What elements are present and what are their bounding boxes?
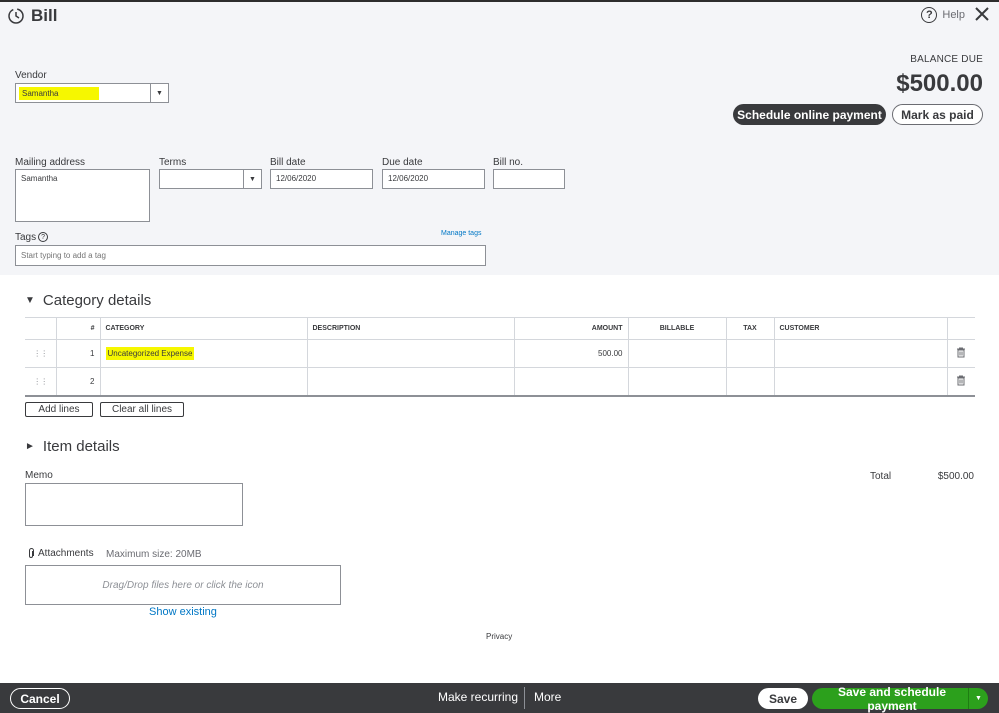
- cancel-button[interactable]: Cancel: [10, 688, 70, 709]
- vendor-value: Samantha: [19, 87, 99, 100]
- row-billable-cell[interactable]: [628, 367, 727, 397]
- attachments-max-size: Maximum size: 20MB: [106, 549, 202, 560]
- row-tax-cell[interactable]: [726, 339, 775, 368]
- item-details-header[interactable]: ► Item details: [25, 438, 120, 455]
- column-drag: [25, 317, 57, 340]
- column-tax: TAX: [726, 317, 775, 340]
- row-category-cell[interactable]: Uncategorized Expense: [100, 339, 308, 368]
- balance-due-amount: $500.00: [896, 70, 983, 97]
- triangle-right-icon: ►: [25, 441, 35, 452]
- category-details-header[interactable]: ▼ Category details: [25, 292, 151, 309]
- row-number: 2: [56, 367, 101, 397]
- row-description-cell[interactable]: [307, 339, 515, 368]
- terms-select[interactable]: ▼: [159, 169, 262, 189]
- paperclip-icon: [29, 548, 34, 558]
- column-description: DESCRIPTION: [307, 317, 515, 340]
- help-icon: ?: [921, 7, 938, 23]
- row-delete-cell[interactable]: [947, 339, 975, 368]
- save-button[interactable]: Save: [758, 688, 808, 709]
- row-customer-cell[interactable]: [774, 339, 948, 368]
- tags-label: Tags?: [15, 232, 49, 243]
- balance-due-label: BALANCE DUE: [910, 54, 983, 65]
- column-number: #: [56, 317, 101, 340]
- bill-header-panel: [0, 0, 999, 275]
- tags-input[interactable]: [15, 245, 486, 266]
- help-label: Help: [942, 9, 965, 21]
- help-icon[interactable]: ?: [38, 232, 49, 243]
- tags-label-text: Tags: [15, 232, 37, 243]
- vendor-select[interactable]: Samantha ▼: [15, 83, 169, 103]
- triangle-down-icon: ▼: [25, 295, 35, 306]
- attachments-label: Attachments: [27, 548, 94, 559]
- mailing-address-field[interactable]: Samantha: [15, 169, 150, 222]
- bill-no-label: Bill no.: [493, 157, 524, 168]
- table-row[interactable]: ⋮⋮ 1 Uncategorized Expense 500.00: [25, 339, 975, 368]
- save-and-schedule-label: Save and schedule payment: [837, 684, 947, 713]
- vendor-label: Vendor: [15, 70, 47, 81]
- manage-tags-link[interactable]: Manage tags: [441, 230, 481, 237]
- column-category: CATEGORY: [100, 317, 308, 340]
- total-amount: $500.00: [937, 471, 974, 482]
- table-row[interactable]: ⋮⋮ 2: [25, 367, 975, 397]
- schedule-online-payment-button[interactable]: Schedule online payment: [733, 104, 886, 125]
- memo-field[interactable]: [25, 483, 243, 526]
- due-date-label: Due date: [382, 157, 423, 168]
- close-icon[interactable]: [973, 5, 991, 23]
- mailing-address-label: Mailing address: [15, 157, 86, 168]
- help-button[interactable]: ? Help: [921, 7, 965, 23]
- row-category-value: Uncategorized Expense: [105, 347, 195, 360]
- privacy-link[interactable]: Privacy: [486, 632, 512, 641]
- attachments-drop-zone[interactable]: Drag/Drop files here or click the icon: [25, 565, 341, 605]
- footer-divider: [524, 687, 525, 709]
- category-table: # CATEGORY DESCRIPTION AMOUNT BILLABLE T…: [25, 317, 975, 397]
- total-label: Total: [870, 471, 892, 482]
- bill-date-label: Bill date: [270, 157, 306, 168]
- show-existing-link[interactable]: Show existing: [149, 606, 217, 618]
- row-billable-cell[interactable]: [628, 339, 727, 368]
- row-category-cell[interactable]: [100, 367, 308, 397]
- due-date-field[interactable]: 12/06/2020: [382, 169, 485, 189]
- drag-handle-icon[interactable]: ⋮⋮: [25, 367, 57, 397]
- attachments-label-text: Attachments: [38, 548, 94, 559]
- row-customer-cell[interactable]: [774, 367, 948, 397]
- chevron-down-icon[interactable]: ▼: [150, 84, 168, 102]
- chevron-down-icon[interactable]: ▼: [968, 688, 988, 709]
- save-and-schedule-payment-button[interactable]: Save and schedule payment ▼: [812, 685, 988, 713]
- column-actions: [947, 317, 975, 340]
- row-description-cell[interactable]: [307, 367, 515, 397]
- table-header-row: # CATEGORY DESCRIPTION AMOUNT BILLABLE T…: [25, 317, 975, 340]
- row-delete-cell[interactable]: [947, 367, 975, 397]
- trash-icon[interactable]: [956, 375, 966, 386]
- bill-date-field[interactable]: 12/06/2020: [270, 169, 373, 189]
- terms-label: Terms: [159, 157, 187, 168]
- column-amount: AMOUNT: [514, 317, 629, 340]
- drag-handle-icon[interactable]: ⋮⋮: [25, 339, 57, 368]
- trash-icon[interactable]: [956, 347, 966, 358]
- clear-all-lines-button[interactable]: Clear all lines: [100, 402, 184, 417]
- row-number: 1: [56, 339, 101, 368]
- chevron-down-icon[interactable]: ▼: [243, 170, 261, 188]
- row-amount-cell[interactable]: [514, 367, 629, 397]
- column-billable: BILLABLE: [628, 317, 727, 340]
- row-amount-cell[interactable]: 500.00: [514, 339, 629, 368]
- make-recurring-button[interactable]: Make recurring: [438, 690, 518, 704]
- more-button[interactable]: More: [534, 690, 561, 704]
- history-icon[interactable]: [7, 7, 25, 25]
- bill-no-field[interactable]: [493, 169, 565, 189]
- memo-label: Memo: [25, 470, 53, 481]
- column-customer: CUSTOMER: [774, 317, 948, 340]
- row-tax-cell[interactable]: [726, 367, 775, 397]
- item-details-title: Item details: [42, 438, 120, 455]
- page-title: Bill: [31, 6, 58, 25]
- add-lines-button[interactable]: Add lines: [25, 402, 93, 417]
- mark-as-paid-button[interactable]: Mark as paid: [892, 104, 983, 125]
- category-details-title: Category details: [42, 292, 152, 309]
